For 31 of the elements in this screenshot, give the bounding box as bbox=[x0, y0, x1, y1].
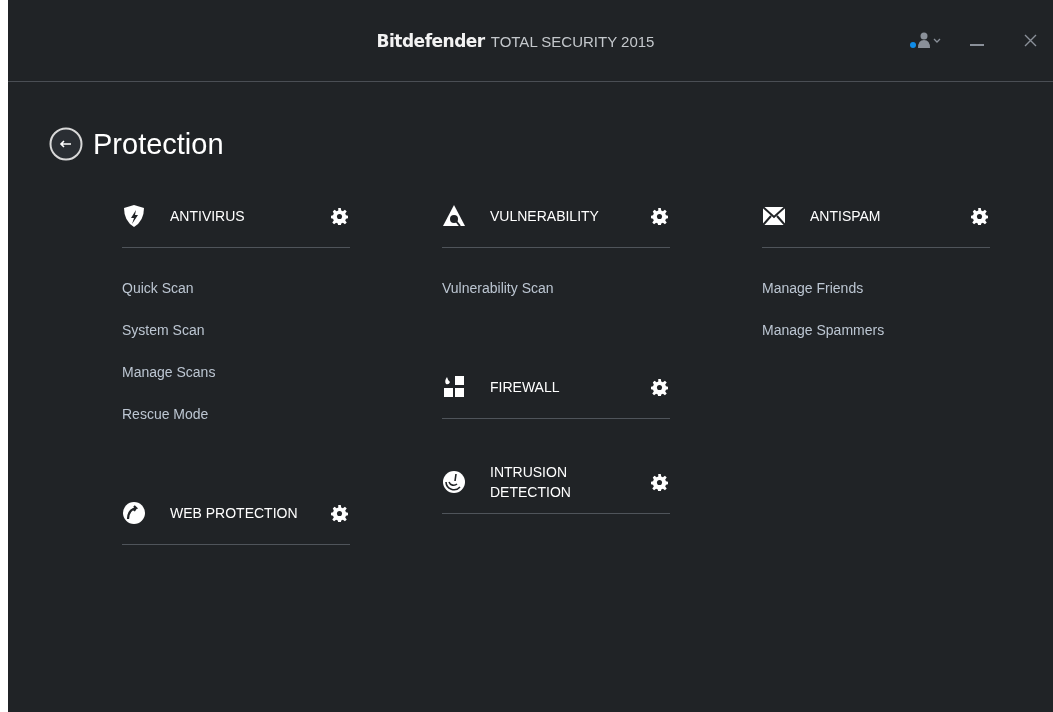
user-menu-icon[interactable] bbox=[918, 32, 942, 48]
menu-link[interactable]: Quick Scan bbox=[122, 279, 350, 297]
section-title[interactable]: ANTISPAM bbox=[810, 206, 940, 226]
minimize-icon[interactable] bbox=[970, 43, 984, 47]
menu-link[interactable]: Manage Scans bbox=[122, 363, 350, 381]
section-title[interactable]: VULNERABILITY bbox=[490, 206, 620, 226]
menu-link[interactable]: Vulnerability Scan bbox=[442, 279, 670, 297]
settings-icon[interactable] bbox=[651, 473, 668, 491]
triangle-magnifier-icon bbox=[442, 204, 466, 228]
settings-icon[interactable] bbox=[971, 207, 988, 225]
menu-link[interactable]: Manage Spammers bbox=[762, 321, 990, 339]
radar-icon bbox=[442, 470, 466, 494]
page-title: Protection bbox=[93, 127, 224, 161]
menu-link[interactable]: Manage Friends bbox=[762, 279, 990, 297]
close-icon[interactable] bbox=[1024, 33, 1037, 47]
section-title[interactable]: INTRUSION DETECTION bbox=[490, 462, 620, 502]
settings-icon[interactable] bbox=[651, 207, 668, 225]
settings-icon[interactable] bbox=[651, 378, 668, 396]
section-title[interactable]: WEB PROTECTION bbox=[170, 503, 300, 523]
section-title[interactable]: ANTIVIRUS bbox=[170, 206, 300, 226]
shield-icon bbox=[122, 204, 146, 228]
menu-link[interactable]: System Scan bbox=[122, 321, 350, 339]
settings-icon[interactable] bbox=[331, 207, 348, 225]
settings-icon[interactable] bbox=[331, 504, 348, 522]
back-button[interactable] bbox=[49, 127, 83, 161]
product-name: TOTAL SECURITY 2015 bbox=[490, 32, 655, 50]
menu-link[interactable]: Rescue Mode bbox=[122, 405, 350, 423]
brand-name: Bitdefender bbox=[376, 30, 485, 51]
blocks-icon bbox=[442, 375, 466, 399]
envelope-icon bbox=[762, 204, 786, 228]
section-title[interactable]: FIREWALL bbox=[490, 377, 620, 397]
